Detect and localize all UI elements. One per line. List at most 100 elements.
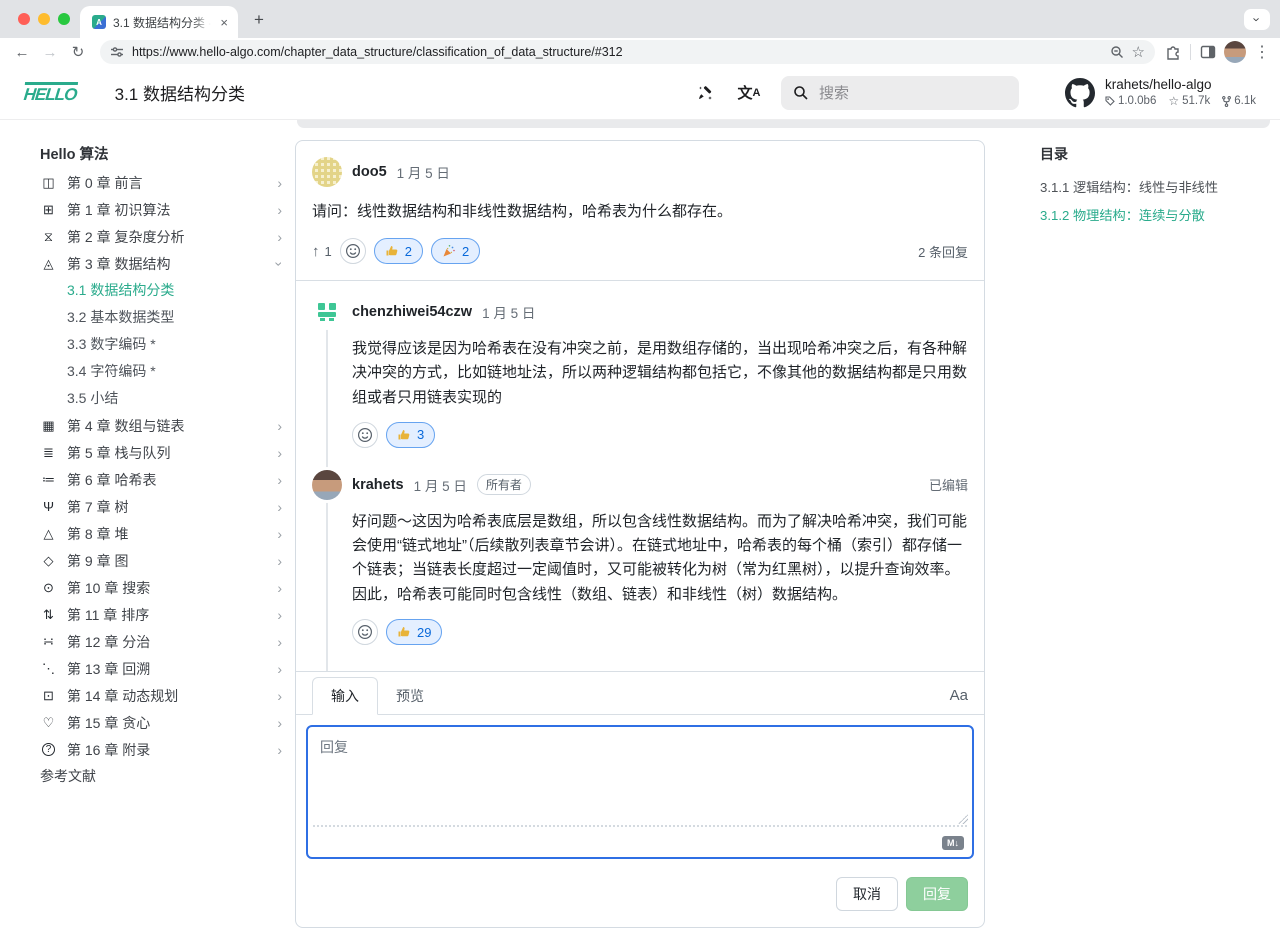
chevron-right-icon[interactable]: › [277,688,288,704]
back-button[interactable]: ← [10,44,34,61]
sidebar-item[interactable]: ⧖第 2 章 复杂度分析› [40,223,288,250]
github-repo-link[interactable]: krahets/hello-algo 1.0.0b6 ☆ 51.7k 6.1k [1065,77,1256,108]
cancel-button[interactable]: 取消 [836,877,898,911]
chevron-right-icon[interactable]: › [277,202,288,218]
chevron-right-icon[interactable]: › [277,499,288,515]
address-bar[interactable]: https://www.hello-algo.com/chapter_data_… [100,40,1155,64]
sidebar-item-references[interactable]: 参考文献 [40,763,288,790]
chevron-right-icon[interactable]: › [277,634,288,650]
chevron-right-icon[interactable]: › [277,661,288,677]
toc-title: 目录 [1040,144,1270,164]
comment-author[interactable]: doo5 [352,164,387,180]
reaction-party[interactable]: 2 [431,238,480,264]
sidebar-title[interactable]: Hello 算法 [40,142,288,169]
sidebar-item[interactable]: ?第 16 章 附录› [40,736,288,763]
url-text[interactable]: https://www.hello-algo.com/chapter_data_… [132,45,1102,59]
sidebar-item[interactable]: ⊞第 1 章 初识算法› [40,196,288,223]
bookmark-star-icon[interactable]: ☆ [1132,43,1145,61]
traffic-lights[interactable] [18,13,70,25]
chevron-right-icon[interactable]: › [277,229,288,245]
sidebar-item[interactable]: ◬第 3 章 数据结构› [40,250,288,277]
sidebar-item[interactable]: ⊙第 10 章 搜索› [40,574,288,601]
minimize-window-button[interactable] [38,13,50,25]
sidebar-subitem-active[interactable]: 3.1 数据结构分类 [40,277,288,304]
translate-icon[interactable]: 文A [737,81,761,105]
comment-date[interactable]: 1 月 5 日 [397,162,450,182]
extensions-icon[interactable] [1165,44,1181,60]
github-icon [1065,78,1095,108]
sidebar-item[interactable]: ◇第 9 章 图› [40,547,288,574]
sidebar-item[interactable]: ≣第 5 章 栈与队列› [40,439,288,466]
side-panel-icon[interactable] [1200,44,1216,60]
sidebar-item[interactable]: ♡第 15 章 贪心› [40,709,288,736]
reload-button[interactable]: ↻ [66,43,90,61]
upvote-arrow-icon: ↑ [312,243,320,260]
tab-search-button[interactable]: › [1244,9,1270,30]
add-reaction-button[interactable] [352,422,378,448]
chevron-right-icon[interactable]: › [277,472,288,488]
site-logo[interactable]: HELLO [23,82,78,103]
chevron-right-icon[interactable]: › [277,526,288,542]
tab-write[interactable]: 输入 [312,677,378,715]
chevron-right-icon[interactable]: › [277,715,288,731]
chevron-right-icon[interactable]: › [277,445,288,461]
sidebar-item[interactable]: ∺第 12 章 分治› [40,628,288,655]
sidebar-item[interactable]: ≔第 6 章 哈希表› [40,466,288,493]
chevron-right-icon[interactable]: › [277,607,288,623]
comment-author[interactable]: krahets [352,477,404,493]
markdown-icon[interactable]: M↓ [942,836,964,850]
reaction-thumbs-up[interactable]: 3 [386,422,435,448]
tag-icon [1105,96,1115,106]
repo-name[interactable]: krahets/hello-algo [1105,77,1256,92]
add-reaction-button[interactable] [340,238,366,264]
text-format-icon[interactable]: Aa [950,687,968,704]
reply-textarea[interactable]: 回复 M↓ [306,725,974,859]
zoom-icon[interactable] [1110,45,1124,59]
sidebar-subitem[interactable]: 3.5 小结 [40,385,288,412]
resize-grip[interactable] [958,814,968,824]
avatar[interactable] [312,157,342,187]
comment-date[interactable]: 1 月 5 日 [414,475,467,495]
sidebar-item[interactable]: ◫第 0 章 前言› [40,169,288,196]
sidebar-subitem[interactable]: 3.2 基本数据类型 [40,304,288,331]
maximize-window-button[interactable] [58,13,70,25]
upvote-button[interactable]: ↑ 1 [312,243,332,260]
new-tab-button[interactable]: + [254,10,264,30]
browser-tab[interactable]: A 3.1 数据结构分类 - Hello 算法 × [80,6,238,38]
chevron-right-icon[interactable]: › [277,175,288,191]
comment-date[interactable]: 1 月 5 日 [482,302,535,322]
site-settings-icon[interactable] [110,45,124,59]
forward-button[interactable]: → [38,44,62,61]
sidebar-item[interactable]: ⋱第 13 章 回溯› [40,655,288,682]
chevron-right-icon[interactable]: › [277,580,288,596]
sidebar-item[interactable]: △第 8 章 堆› [40,520,288,547]
more-menu-icon[interactable]: ⋮ [1254,42,1270,62]
reaction-thumbs-up[interactable]: 2 [374,238,423,264]
reply-submit-button[interactable]: 回复 [906,877,968,911]
avatar[interactable] [312,470,342,500]
chevron-right-icon[interactable]: › [277,553,288,569]
close-window-button[interactable] [18,13,30,25]
theme-toggle-icon[interactable] [693,81,717,105]
smiley-icon [357,427,373,443]
sidebar-item[interactable]: ⊡第 14 章 动态规划› [40,682,288,709]
search-input[interactable]: 搜索 [781,76,1019,110]
avatar[interactable] [312,297,342,327]
sidebar-item[interactable]: Ψ第 7 章 树› [40,493,288,520]
add-reaction-button[interactable] [352,619,378,645]
toc-item[interactable]: 3.1.1 逻辑结构：线性与非线性 [1040,174,1270,202]
search-icon [793,85,809,101]
chevron-right-icon[interactable]: › [277,742,288,758]
reaction-thumbs-up[interactable]: 29 [386,619,442,645]
toc-item-active[interactable]: 3.1.2 物理结构：连续与分散 [1040,202,1270,230]
tab-preview[interactable]: 预览 [378,678,442,714]
sidebar-subitem[interactable]: 3.3 数字编码 * [40,331,288,358]
sidebar-item[interactable]: ▦第 4 章 数组与链表› [40,412,288,439]
sidebar-subitem[interactable]: 3.4 字符编码 * [40,358,288,385]
tab-close-icon[interactable]: × [218,15,230,30]
profile-avatar[interactable] [1224,41,1246,63]
chevron-right-icon[interactable]: › [277,418,288,434]
comment-author[interactable]: chenzhiwei54czw [352,304,472,320]
sidebar-item[interactable]: ⇅第 11 章 排序› [40,601,288,628]
chevron-expanded-icon[interactable]: › [272,261,288,266]
